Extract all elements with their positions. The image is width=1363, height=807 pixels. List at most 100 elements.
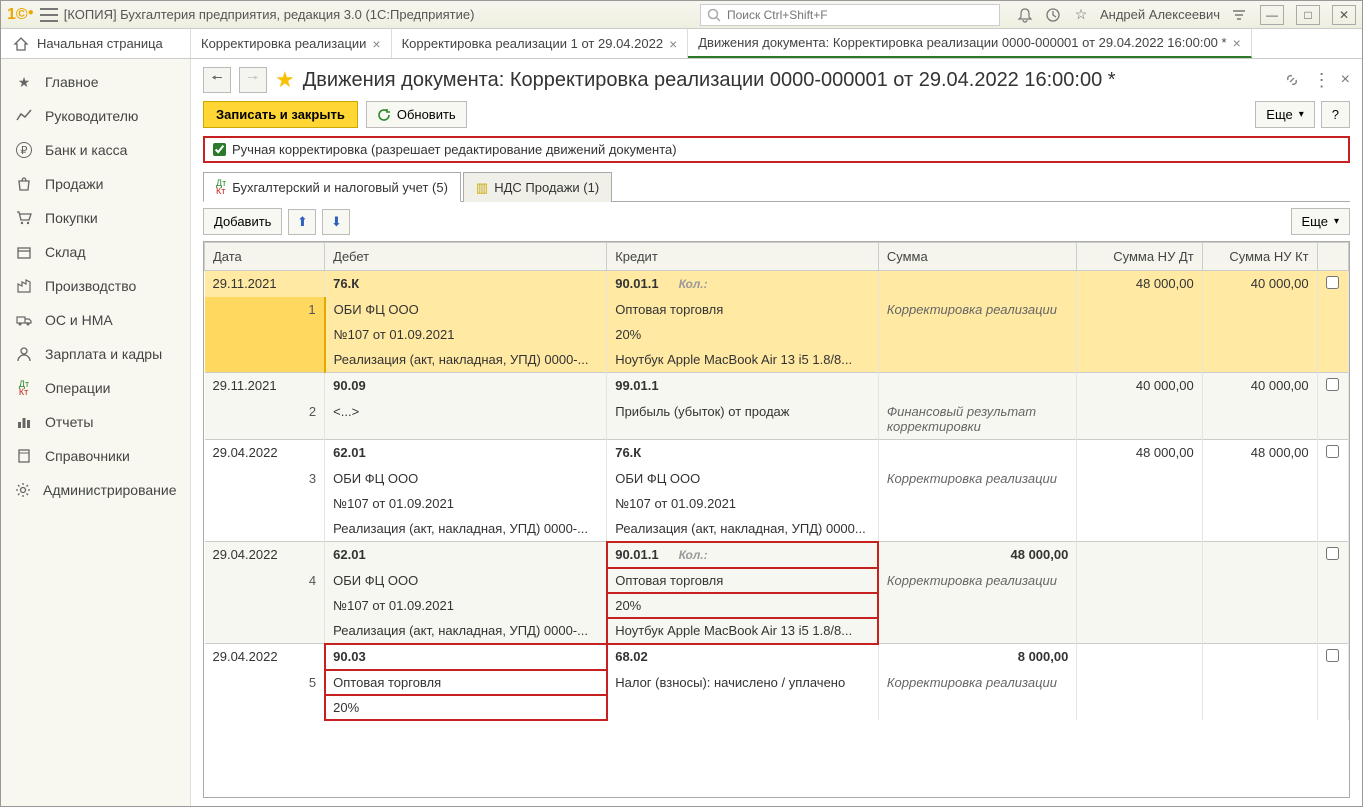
settings-icon[interactable] — [1230, 6, 1248, 24]
sidebar-icon — [15, 209, 33, 227]
sidebar-item-1[interactable]: Руководителю — [1, 99, 190, 133]
cell-credit-acc: 76.К — [607, 440, 879, 467]
cell-check[interactable] — [1317, 271, 1348, 298]
manual-correction-checkbox-row: Ручная корректировка (разрешает редактир… — [203, 136, 1350, 163]
close-icon[interactable]: × — [669, 36, 677, 52]
cell-debit-l1: Оптовая торговля — [325, 670, 607, 695]
more-menu-icon[interactable]: ⋮ — [1313, 70, 1329, 91]
cell-check[interactable] — [1317, 440, 1348, 467]
minimize-button[interactable]: — — [1260, 5, 1284, 25]
col-nudt[interactable]: Сумма НУ Дт — [1077, 243, 1202, 271]
sidebar-item-3[interactable]: Продажи — [1, 167, 190, 201]
document-tabs: Начальная страница Корректировка реализа… — [1, 29, 1362, 59]
favorite-icon[interactable]: ★ — [275, 67, 295, 93]
row-checkbox[interactable] — [1326, 378, 1339, 391]
search-input[interactable] — [727, 8, 993, 22]
sidebar-item-0[interactable]: ★Главное — [1, 65, 190, 99]
manual-correction-label: Ручная корректировка (разрешает редактир… — [232, 142, 677, 157]
tab-movements[interactable]: Движения документа: Корректировка реализ… — [688, 29, 1252, 58]
table-row[interactable]: 29.04.202262.0176.К48 000,0048 000,00 — [205, 440, 1349, 467]
sidebar-item-8[interactable]: Зарплата и кадры — [1, 337, 190, 371]
table-row[interactable]: 29.04.202262.0190.01.1Кол.:48 000,00 — [205, 542, 1349, 569]
cell-check[interactable] — [1317, 542, 1348, 569]
user-name[interactable]: Андрей Алексеевич — [1100, 7, 1220, 22]
tab-correction-1[interactable]: Корректировка реализации 1 от 29.04.2022… — [392, 29, 689, 58]
cell-credit-l1: ОБИ ФЦ ООО — [607, 466, 879, 491]
link-icon[interactable] — [1283, 71, 1301, 89]
sidebar-item-4[interactable]: Покупки — [1, 201, 190, 235]
cell-debit-l3: Реализация (акт, накладная, УПД) 0000-..… — [325, 347, 607, 373]
cell-date: 29.04.2022 — [205, 644, 325, 671]
table-more-button[interactable]: Еще ▾ — [1291, 208, 1350, 235]
cell-rownum: 5 — [205, 670, 325, 695]
cell-credit-l1: Налог (взносы): начислено / уплачено — [607, 670, 879, 695]
cell-check[interactable] — [1317, 373, 1348, 400]
move-up-button[interactable]: ⬆ — [288, 209, 316, 235]
sidebar-item-10[interactable]: Отчеты — [1, 405, 190, 439]
cell-rownum: 1 — [205, 297, 325, 322]
table-row[interactable]: 29.11.202190.0999.01.140 000,0040 000,00 — [205, 373, 1349, 400]
cell-debit-l2: 20% — [325, 695, 607, 720]
cell-credit-l1: Оптовая торговля — [607, 297, 879, 322]
save-close-button[interactable]: Записать и закрыть — [203, 101, 358, 128]
home-tab[interactable]: Начальная страница — [1, 29, 191, 58]
menu-icon[interactable] — [40, 8, 58, 22]
col-date[interactable]: Дата — [205, 243, 325, 271]
help-button[interactable]: ? — [1321, 101, 1350, 128]
bell-icon[interactable] — [1016, 6, 1034, 24]
title-bar: 1©● [КОПИЯ] Бухгалтерия предприятия, ред… — [1, 1, 1362, 29]
star-icon[interactable]: ☆ — [1072, 6, 1090, 24]
sidebar-label: Банк и касса — [45, 142, 127, 158]
sidebar-label: Зарплата и кадры — [45, 346, 162, 362]
sidebar-item-12[interactable]: Администрирование — [1, 473, 190, 507]
col-check — [1317, 243, 1348, 271]
row-checkbox[interactable] — [1326, 276, 1339, 289]
sidebar-item-2[interactable]: ₽Банк и касса — [1, 133, 190, 167]
nav-back-button[interactable]: 🠔 — [203, 67, 231, 93]
window-close-icon[interactable]: × — [1341, 71, 1350, 89]
close-icon[interactable]: × — [372, 36, 380, 52]
sidebar-item-5[interactable]: Склад — [1, 235, 190, 269]
cell-nudt: 48 000,00 — [1077, 271, 1202, 298]
cell-nudt: 48 000,00 — [1077, 440, 1202, 467]
col-debit[interactable]: Дебет — [325, 243, 607, 271]
sidebar-item-7[interactable]: ОС и НМА — [1, 303, 190, 337]
row-checkbox[interactable] — [1326, 649, 1339, 662]
cell-check[interactable] — [1317, 644, 1348, 671]
close-icon[interactable]: × — [1233, 35, 1241, 51]
row-checkbox[interactable] — [1326, 445, 1339, 458]
maximize-button[interactable]: □ — [1296, 5, 1320, 25]
col-sum[interactable]: Сумма — [878, 243, 1077, 271]
home-icon — [13, 36, 29, 52]
sidebar-item-9[interactable]: ДтКтОперации — [1, 371, 190, 405]
cell-date: 29.11.2021 — [205, 373, 325, 400]
nav-forward-button[interactable]: 🠖 — [239, 67, 267, 93]
cell-credit-l2: 20% — [607, 593, 879, 618]
tab-accounting[interactable]: ДтКт Бухгалтерский и налоговый учет (5) — [203, 172, 461, 202]
history-icon[interactable] — [1044, 6, 1062, 24]
move-down-button[interactable]: ⬇ — [322, 209, 350, 235]
table-row[interactable]: 29.11.202176.К90.01.1Кол.:48 000,0040 00… — [205, 271, 1349, 298]
logo-1c-icon: 1©● — [7, 6, 34, 24]
sidebar-item-6[interactable]: Производство — [1, 269, 190, 303]
cell-date: 29.04.2022 — [205, 542, 325, 569]
content: 🠔 🠖 ★ Движения документа: Корректировка … — [191, 59, 1362, 806]
row-checkbox[interactable] — [1326, 547, 1339, 560]
cell-sum: 48 000,00 — [878, 542, 1077, 569]
manual-correction-checkbox[interactable] — [213, 143, 226, 156]
tab-vat-sales[interactable]: ▥ НДС Продажи (1) — [463, 172, 612, 202]
tab-correction[interactable]: Корректировка реализации × — [191, 29, 392, 58]
sidebar-icon — [15, 413, 33, 431]
close-button[interactable]: ✕ — [1332, 5, 1356, 25]
refresh-button[interactable]: Обновить — [366, 101, 467, 128]
more-button[interactable]: Еще ▾ — [1255, 101, 1314, 128]
sidebar-icon — [15, 243, 33, 261]
col-nukt[interactable]: Сумма НУ Кт — [1202, 243, 1317, 271]
add-button[interactable]: Добавить — [203, 208, 282, 235]
sidebar-item-11[interactable]: Справочники — [1, 439, 190, 473]
postings-table[interactable]: Дата Дебет Кредит Сумма Сумма НУ Дт Сумм… — [203, 241, 1350, 798]
cell-credit-l2: 20% — [607, 322, 879, 347]
global-search[interactable] — [700, 4, 1000, 26]
table-row[interactable]: 29.04.202290.0368.028 000,00 — [205, 644, 1349, 671]
col-credit[interactable]: Кредит — [607, 243, 879, 271]
